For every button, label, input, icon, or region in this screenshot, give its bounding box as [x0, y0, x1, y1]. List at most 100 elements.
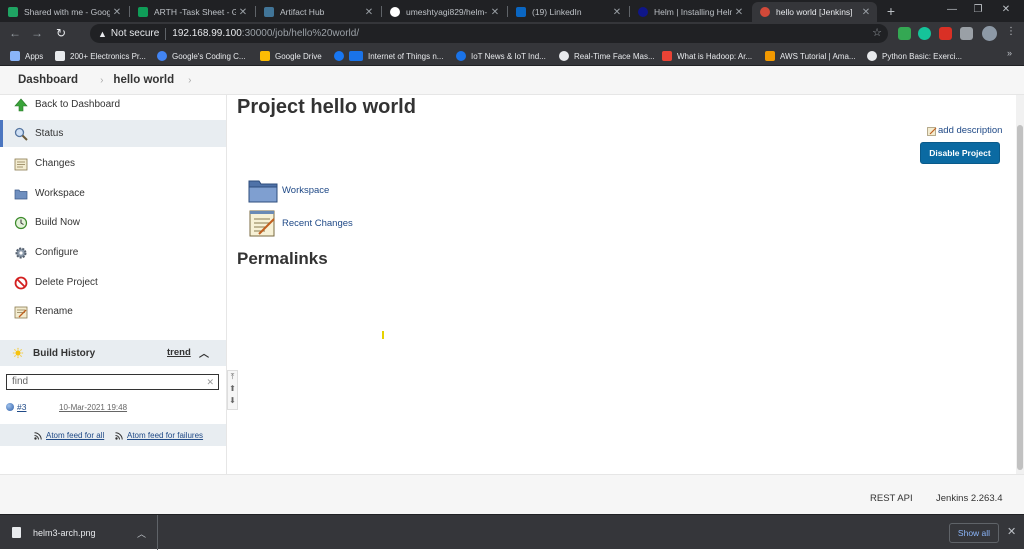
- restore-icon[interactable]: ❐: [970, 3, 986, 17]
- atom-feed-failures-link[interactable]: Atom feed for failures: [115, 431, 203, 440]
- browser-menu-icon[interactable]: ⋮: [1006, 26, 1016, 37]
- clear-search-icon[interactable]: ✕: [206, 375, 214, 389]
- bookmark-google-coding[interactable]: Google's Coding C...: [157, 49, 246, 63]
- build-row: #3 10-Mar-2021 19:48: [0, 398, 226, 418]
- back-arrow-icon[interactable]: ←: [8, 26, 22, 40]
- breadcrumb-chevron-icon[interactable]: ›: [188, 75, 191, 86]
- download-options-chevron-icon[interactable]: ︿: [137, 527, 146, 540]
- bookmarks-overflow-icon[interactable]: »: [1007, 48, 1012, 58]
- download-item[interactable]: helm3-arch.png ︿: [0, 515, 158, 550]
- build-history-scroll-control[interactable]: ⤒ ⬆ ⬇: [227, 370, 238, 410]
- sidebar-item-rename[interactable]: Rename: [0, 298, 226, 325]
- clock-icon: [14, 216, 28, 229]
- page-scrollbar[interactable]: [1016, 95, 1024, 474]
- bookmark-apps[interactable]: Apps: [10, 49, 43, 63]
- tab-jenkins-active[interactable]: hello world [Jenkins] ✕: [752, 2, 877, 22]
- bookmark-python[interactable]: Python Basic: Exerci...: [867, 49, 962, 63]
- grammarly-icon[interactable]: [918, 27, 931, 40]
- scrollbar-thumb[interactable]: [1017, 125, 1023, 470]
- rest-api-link[interactable]: REST API: [870, 493, 913, 504]
- build-number-link[interactable]: #3: [17, 402, 26, 412]
- bookmarks-bar: Apps 200+ Electronics Pr... Google's Cod…: [0, 45, 1024, 66]
- tab-linkedin[interactable]: (19) LinkedIn ✕: [508, 2, 628, 22]
- profile-avatar[interactable]: [982, 26, 997, 41]
- edit-pencil-icon: [927, 126, 937, 136]
- close-window-icon[interactable]: ✕: [998, 3, 1014, 17]
- tab-close-icon[interactable]: ✕: [236, 7, 250, 18]
- github-icon: [390, 7, 400, 17]
- disable-project-button[interactable]: Disable Project: [920, 142, 1000, 164]
- folder-icon: [14, 189, 28, 199]
- tab-close-icon[interactable]: ✕: [362, 7, 376, 18]
- reload-icon[interactable]: ↻: [54, 26, 68, 40]
- pocket-icon[interactable]: [939, 27, 952, 40]
- tab-github[interactable]: umeshtyagi829/helm- ✕: [382, 2, 506, 22]
- add-description-link[interactable]: add description: [927, 125, 1002, 136]
- address-bar[interactable]: ▲ Not secure 192.168.99.100 :30000/job/h…: [90, 24, 888, 43]
- helm-icon: [638, 7, 648, 17]
- jenkins-version-link[interactable]: Jenkins 2.263.4: [936, 493, 1003, 504]
- tab-helm[interactable]: Helm | Installing Helm ✕: [630, 2, 750, 22]
- show-all-downloads-button[interactable]: Show all: [949, 523, 999, 543]
- bookmark-site-icon: [765, 51, 775, 61]
- breadcrumb-hello-world[interactable]: hello world: [113, 74, 174, 86]
- minimize-icon[interactable]: —: [944, 3, 960, 17]
- scroll-top-icon[interactable]: ⤒: [228, 371, 237, 383]
- tab-shared-with-me[interactable]: Shared with me - Goog ✕: [0, 2, 128, 22]
- recent-changes-link[interactable]: Recent Changes: [247, 208, 353, 238]
- trend-link[interactable]: trend: [167, 347, 191, 358]
- tab-close-icon[interactable]: ✕: [110, 7, 124, 18]
- bookmark-star-icon[interactable]: ☆: [872, 26, 882, 39]
- file-icon: [12, 527, 21, 538]
- bookmark-iot[interactable]: Internet of Things n...: [334, 49, 443, 63]
- collapse-chevron-icon[interactable]: ︿: [199, 345, 209, 360]
- forward-arrow-icon[interactable]: →: [30, 26, 44, 40]
- build-date-link[interactable]: 10-Mar-2021 19:48: [59, 403, 127, 412]
- sidebar-item-configure[interactable]: Configure: [0, 239, 226, 266]
- bookmark-hadoop[interactable]: What is Hadoop: Ar...: [662, 49, 752, 63]
- new-tab-button[interactable]: +: [884, 3, 898, 19]
- tab-close-icon[interactable]: ✕: [732, 7, 746, 18]
- bookmark-site-icon: [55, 51, 65, 61]
- bookmark-face-mask[interactable]: Real-Time Face Mas...: [559, 49, 655, 63]
- scroll-down-icon[interactable]: ⬇: [228, 395, 237, 407]
- scroll-up-icon[interactable]: ⬆: [228, 383, 237, 395]
- security-label[interactable]: Not secure: [111, 28, 159, 39]
- download-shelf: helm3-arch.png ︿ Show all ✕: [0, 514, 1024, 550]
- close-download-shelf-icon[interactable]: ✕: [1007, 525, 1016, 538]
- workspace-link[interactable]: Workspace: [247, 175, 329, 205]
- jenkins-icon: [760, 7, 770, 17]
- tab-task-sheet[interactable]: ARTH -Task Sheet - Goo ✕: [130, 2, 254, 22]
- sidebar-item-back-to-dashboard[interactable]: Back to Dashboard: [0, 91, 226, 118]
- sidebar-item-status[interactable]: Status: [0, 120, 226, 147]
- sidebar-item-build-now[interactable]: Build Now: [0, 209, 226, 236]
- browser-tab-strip: Shared with me - Goog ✕ ARTH -Task Sheet…: [0, 0, 1024, 22]
- build-search-input[interactable]: find ✕: [6, 374, 219, 390]
- breadcrumb-dashboard[interactable]: Dashboard: [18, 74, 78, 86]
- page-title: Project hello world: [237, 96, 416, 118]
- sidebar: Back to Dashboard Status Changes Workspa…: [0, 95, 227, 474]
- tab-close-icon[interactable]: ✕: [488, 7, 502, 18]
- notepad-pen-icon: [14, 306, 28, 318]
- shield-extension-icon[interactable]: [898, 27, 911, 40]
- bookmark-electronics[interactable]: 200+ Electronics Pr...: [55, 49, 146, 63]
- iot-icon: [349, 51, 363, 61]
- bookmark-iot-news[interactable]: IoT News & IoT Ind...: [456, 49, 546, 63]
- tab-close-icon[interactable]: ✕: [610, 7, 624, 18]
- bookmark-aws[interactable]: AWS Tutorial | Ama...: [765, 49, 856, 63]
- tab-close-icon[interactable]: ✕: [859, 7, 873, 18]
- notepad-icon: [14, 158, 28, 170]
- notepad-icon: [249, 210, 275, 237]
- extensions-puzzle-icon[interactable]: [960, 27, 973, 40]
- linkedin-icon: [516, 7, 526, 17]
- bookmark-google-drive[interactable]: Google Drive: [260, 49, 322, 63]
- no-entry-icon: [14, 276, 28, 289]
- tab-artifact-hub[interactable]: Artifact Hub ✕: [256, 2, 380, 22]
- sidebar-item-workspace[interactable]: Workspace: [0, 180, 226, 207]
- atom-feed-bar: Atom feed for all Atom feed for failures: [0, 424, 226, 446]
- magnifier-icon: [14, 127, 28, 141]
- sidebar-item-delete-project[interactable]: Delete Project: [0, 269, 226, 296]
- sidebar-item-changes[interactable]: Changes: [0, 150, 226, 177]
- atom-feed-all-link[interactable]: Atom feed for all: [34, 431, 104, 440]
- text-cursor: [382, 331, 384, 339]
